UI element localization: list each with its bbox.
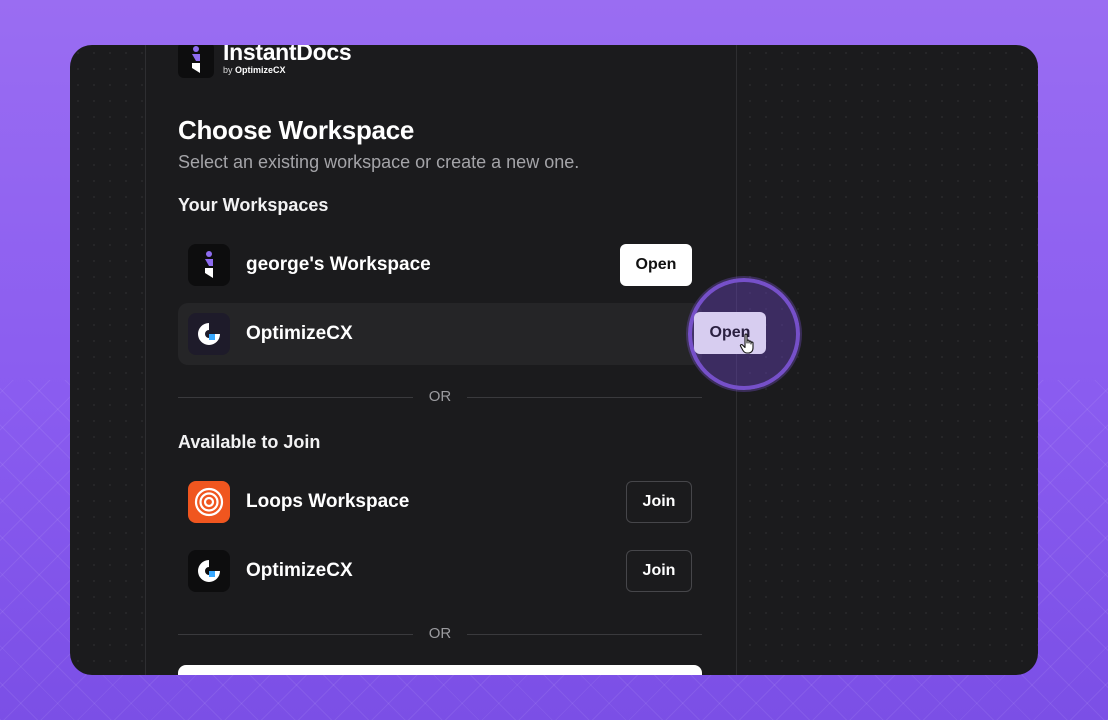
- workspace-row-george: george's Workspace Open: [178, 234, 702, 296]
- optimizecx-logo-icon: [188, 313, 230, 355]
- or-divider: OR: [178, 387, 702, 407]
- open-button[interactable]: Open: [620, 244, 692, 286]
- brand-header: InstantDocs by OptimizeCX: [178, 45, 352, 81]
- workspace-row-optimizecx: OptimizeCX: [178, 303, 702, 365]
- page-subtitle: Select an existing workspace or create a…: [178, 152, 580, 172]
- brand-byline: by OptimizeCX: [223, 65, 286, 75]
- create-workspace-button[interactable]: [178, 665, 702, 675]
- workspace-name: george's Workspace: [246, 254, 431, 275]
- join-button[interactable]: Join: [626, 481, 692, 523]
- workspace-name: Loops Workspace: [246, 491, 410, 512]
- workspace-panel: InstantDocs by OptimizeCX Choose Workspa…: [145, 45, 800, 675]
- optimizecx-logo-icon: [188, 550, 230, 592]
- or-divider: OR: [178, 624, 702, 644]
- loops-logo-icon: [188, 481, 230, 523]
- join-row-loops: Loops Workspace Join: [178, 471, 702, 533]
- workspace-name: OptimizeCX: [246, 323, 353, 344]
- hand-cursor-icon: [739, 333, 754, 354]
- join-button[interactable]: Join: [626, 550, 692, 592]
- instantdocs-logo-icon: [178, 45, 214, 78]
- workspace-name: OptimizeCX: [246, 560, 353, 581]
- brand-name: InstantDocs: [223, 45, 352, 65]
- page-title: Choose Workspace: [178, 115, 415, 145]
- your-workspaces-heading: Your Workspaces: [178, 195, 329, 215]
- join-row-optimizecx: OptimizeCX Join: [178, 540, 702, 602]
- instantdocs-logo-icon: [188, 244, 230, 286]
- app-window: InstantDocs by OptimizeCX Choose Workspa…: [70, 45, 1038, 675]
- available-to-join-heading: Available to Join: [178, 432, 321, 452]
